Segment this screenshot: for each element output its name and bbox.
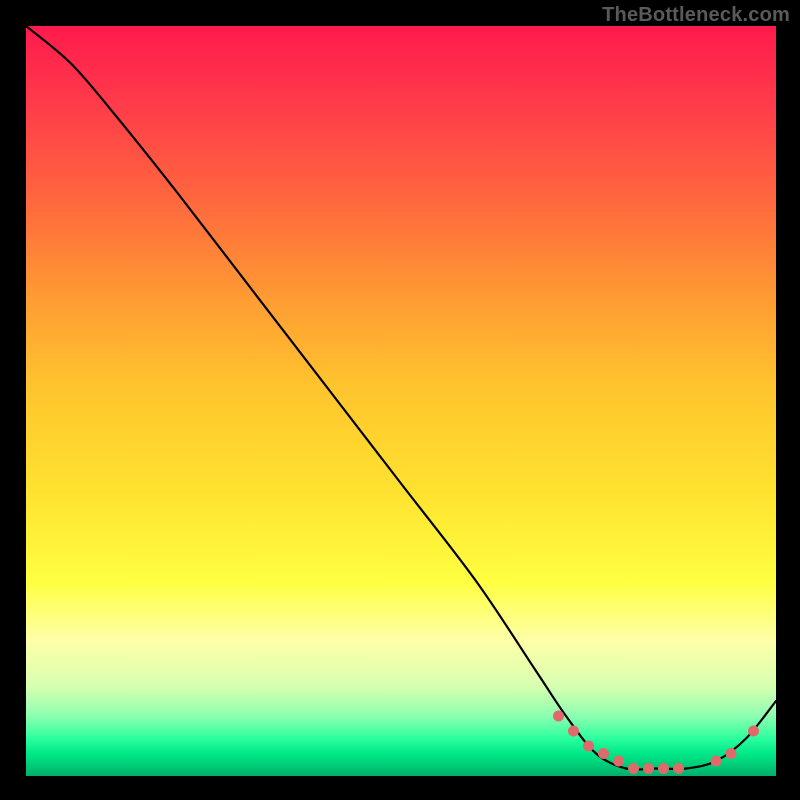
marker-dot	[711, 756, 722, 767]
marker-dot	[613, 756, 624, 767]
marker-dot	[726, 748, 737, 759]
marker-dot	[643, 763, 654, 774]
marker-dot	[553, 711, 564, 722]
marker-dot	[673, 763, 684, 774]
marker-dot	[583, 741, 594, 752]
chart-stage: TheBottleneck.com	[0, 0, 800, 800]
marker-dot	[568, 726, 579, 737]
curve-overlay	[26, 26, 776, 776]
marker-dot	[658, 763, 669, 774]
marker-dot	[748, 726, 759, 737]
watermark-text: TheBottleneck.com	[602, 4, 790, 27]
highlight-markers	[553, 711, 759, 775]
bottleneck-curve	[26, 26, 776, 770]
marker-dot	[598, 748, 609, 759]
plot-area	[26, 26, 776, 776]
marker-dot	[628, 763, 639, 774]
